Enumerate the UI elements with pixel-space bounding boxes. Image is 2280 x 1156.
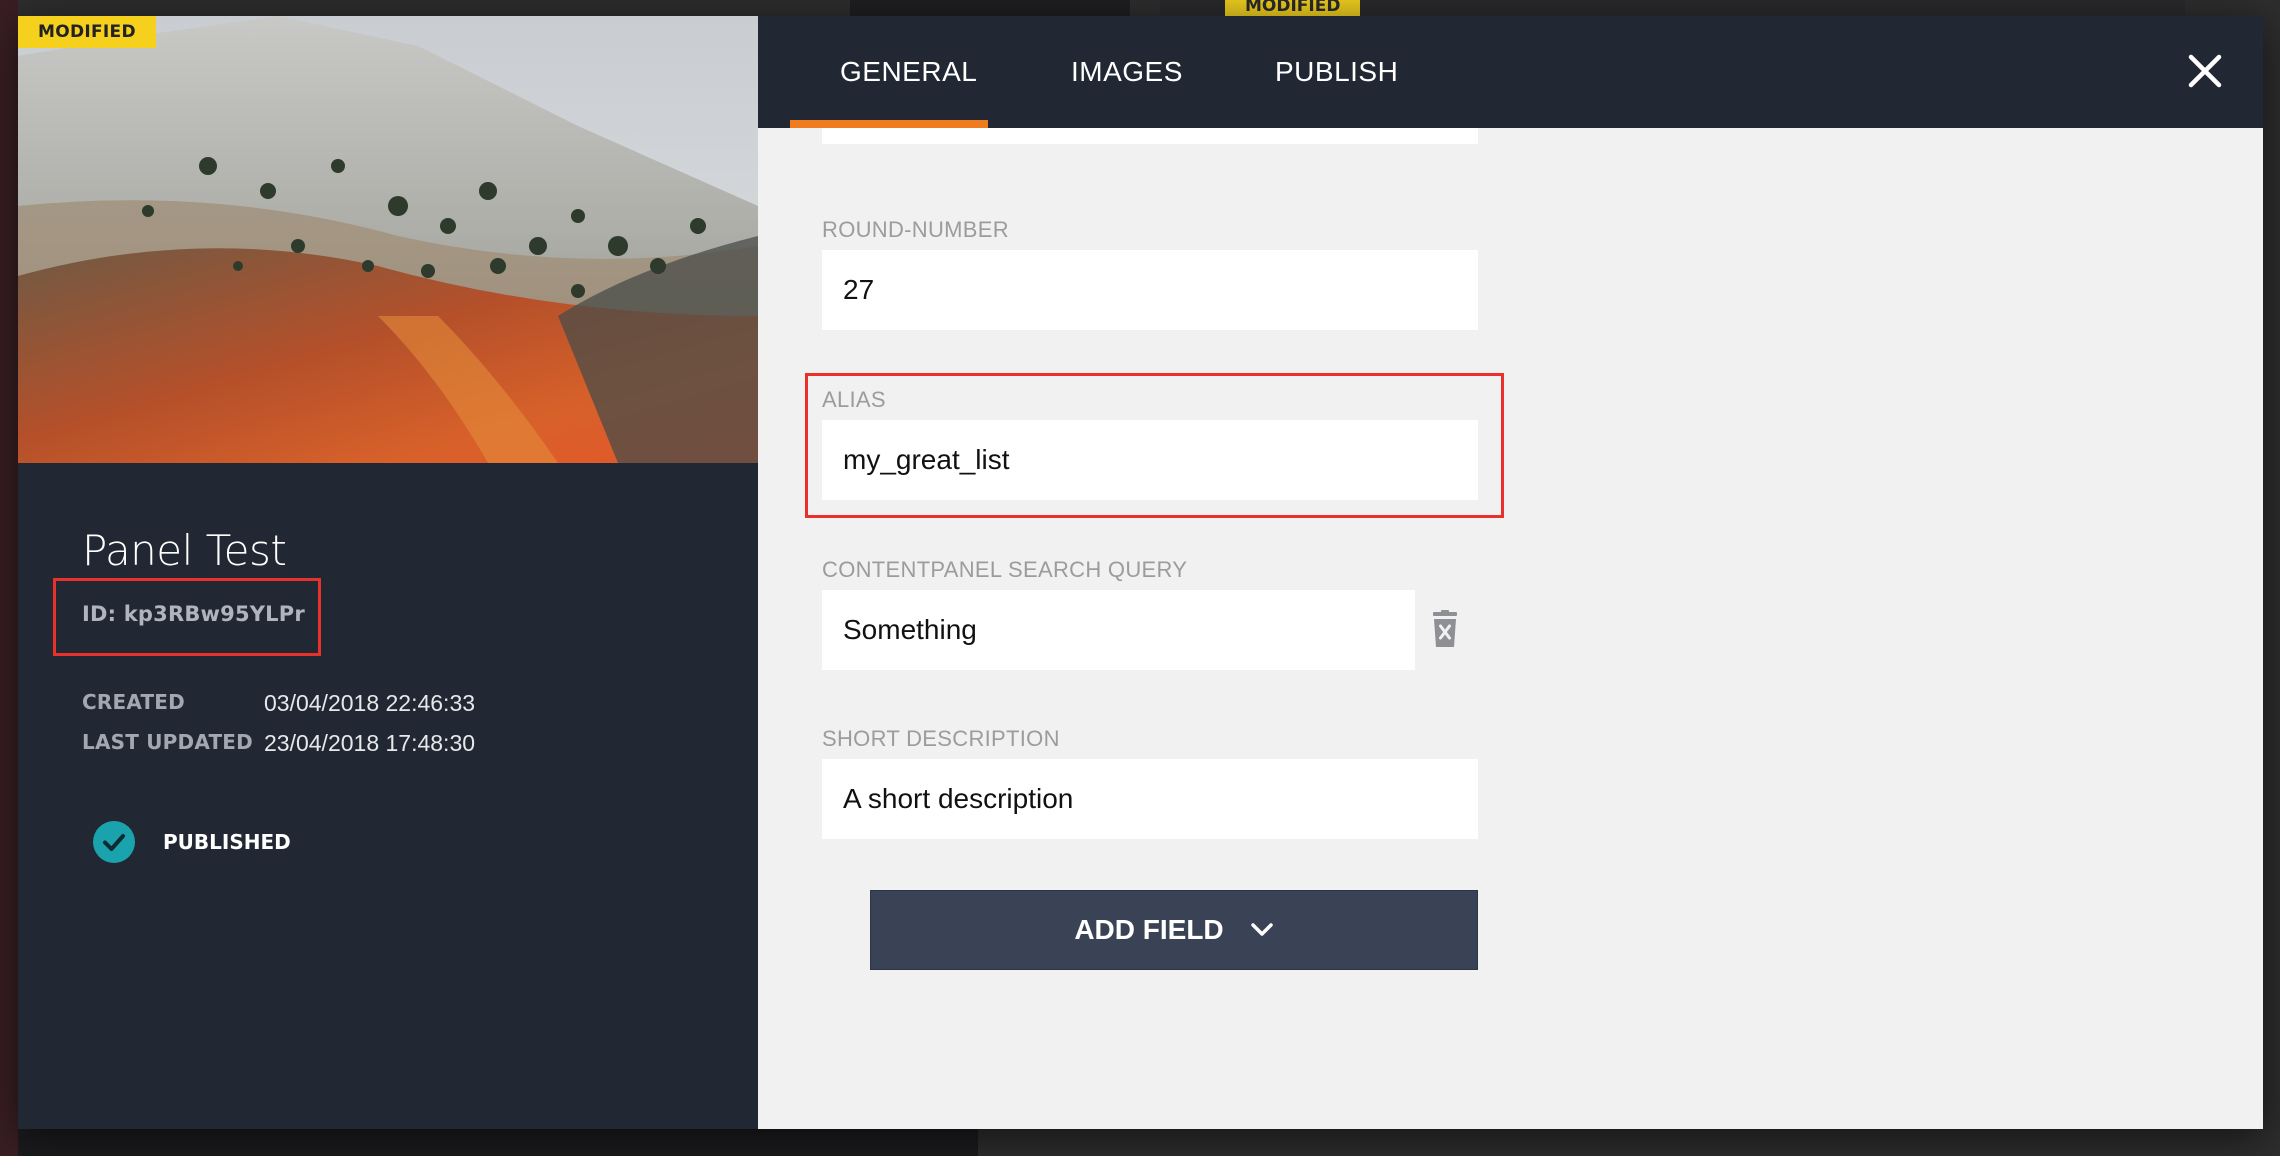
round-number-label: ROUND-NUMBER bbox=[822, 217, 1009, 242]
tab-images[interactable]: IMAGES bbox=[1071, 16, 1183, 128]
close-icon[interactable] bbox=[2187, 53, 2223, 89]
round-number-input[interactable] bbox=[822, 250, 1478, 330]
panel-info-sidebar: MODIFIED Panel Test ID: kp3RBw95YLPr CRE… bbox=[18, 16, 758, 1129]
last-updated-label: LAST UPDATED bbox=[82, 730, 253, 754]
panel-title: Panel Test bbox=[82, 526, 287, 575]
add-field-label: ADD FIELD bbox=[1074, 914, 1224, 945]
alias-input[interactable] bbox=[822, 420, 1478, 500]
id-highlight-box bbox=[53, 578, 321, 656]
previous-field-input[interactable] bbox=[822, 128, 1478, 144]
modified-badge: MODIFIED bbox=[18, 16, 156, 48]
alias-label: ALIAS bbox=[822, 387, 886, 412]
search-query-label: CONTENTPANEL SEARCH QUERY bbox=[822, 557, 1188, 582]
active-tab-indicator bbox=[790, 120, 988, 128]
chevron-down-icon bbox=[1250, 923, 1273, 936]
background-strip-left bbox=[0, 0, 18, 1156]
background-modified-badge: MODIFIED bbox=[1225, 0, 1361, 16]
created-value: 03/04/2018 22:46:33 bbox=[264, 690, 476, 716]
tab-general[interactable]: GENERAL bbox=[840, 16, 977, 128]
status-label: PUBLISHED bbox=[163, 830, 291, 854]
background-card-1 bbox=[850, 0, 1130, 16]
background-card-bottom bbox=[18, 1129, 978, 1156]
tab-publish[interactable]: PUBLISH bbox=[1275, 16, 1398, 128]
edit-panel-modal: MODIFIED Panel Test ID: kp3RBw95YLPr CRE… bbox=[18, 16, 2263, 1129]
delete-trash-icon[interactable] bbox=[1430, 610, 1460, 648]
search-query-input[interactable] bbox=[822, 590, 1415, 670]
check-circle-icon bbox=[93, 821, 135, 863]
publish-status: PUBLISHED bbox=[93, 821, 291, 863]
general-form: ROUND-NUMBER ALIAS CONTENTPANEL SEARCH Q… bbox=[758, 128, 2263, 1129]
tab-bar: GENERAL IMAGES PUBLISH bbox=[758, 16, 2263, 128]
short-description-input[interactable] bbox=[822, 759, 1478, 839]
last-updated-value: 23/04/2018 17:48:30 bbox=[264, 730, 476, 756]
created-label: CREATED bbox=[82, 690, 185, 714]
panel-cover-image: MODIFIED bbox=[18, 16, 758, 463]
short-description-label: SHORT DESCRIPTION bbox=[822, 726, 1060, 751]
meta-row-created: CREATED 03/04/2018 22:46:33 bbox=[82, 690, 475, 717]
add-field-button[interactable]: ADD FIELD bbox=[870, 890, 1478, 970]
meta-row-last-updated: LAST UPDATED 23/04/2018 17:48:30 bbox=[82, 730, 475, 757]
